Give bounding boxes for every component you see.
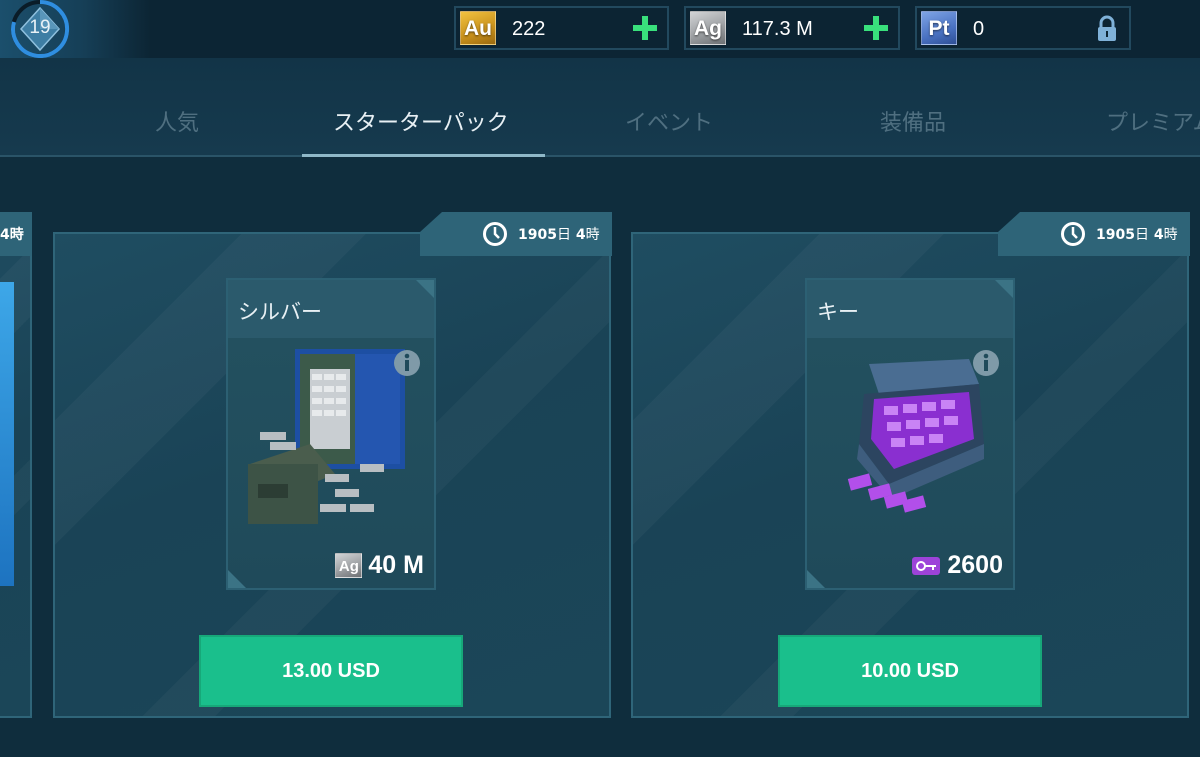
silver-value: 117.3 M xyxy=(742,18,813,40)
clock-icon xyxy=(1061,222,1085,246)
info-icon[interactable] xyxy=(971,348,1001,378)
silver-ag-icon: Ag xyxy=(335,553,363,578)
player-level-badge[interactable]: 19 xyxy=(9,0,71,58)
item-title: シルバー xyxy=(238,300,322,324)
gold-au-icon: Au xyxy=(460,11,496,45)
clock-icon xyxy=(483,222,507,246)
item-amount: 2600 xyxy=(911,551,1003,580)
offer-2-timer: 1905日 4時 xyxy=(998,212,1190,256)
buy-button-silver[interactable]: 13.00 USD xyxy=(199,635,463,707)
key-icon xyxy=(912,556,941,575)
gold-value: 222 xyxy=(512,18,546,40)
silver-currency: Ag 117.3 M xyxy=(684,6,900,50)
tab-equipment[interactable]: 装備品 xyxy=(880,105,946,137)
gold-currency: Au 222 xyxy=(454,6,669,50)
item-card-key[interactable]: キー 2600 xyxy=(805,278,1015,590)
shop-tab-bar: 人気 スターターパック イベント 装備品 プレミアム xyxy=(0,58,1200,156)
top-bar: 19 Au 222 Ag 117.3 M Pt 0 xyxy=(0,0,1200,58)
item-amount: Ag 40 M xyxy=(335,551,424,580)
tab-starter-pack[interactable]: スターターパック xyxy=(333,105,509,137)
silver-crate-icon xyxy=(248,349,405,524)
prev-offer-timer-text: 4時 xyxy=(0,227,24,243)
item-card-silver[interactable]: シルバー Ag 40 M xyxy=(226,278,436,590)
lock-icon[interactable] xyxy=(1095,15,1119,43)
silver-ag-icon: Ag xyxy=(690,11,726,45)
tab-popular[interactable]: 人気 xyxy=(155,105,199,137)
platinum-pt-icon: Pt xyxy=(921,11,957,45)
offer-1-timer-text: 1905日 4時 xyxy=(518,227,600,243)
offer-2-timer-text: 1905日 4時 xyxy=(1096,227,1178,243)
info-icon[interactable] xyxy=(392,348,422,378)
prev-offer-timer: 4時 xyxy=(0,212,32,256)
item-title: キー xyxy=(817,300,859,324)
prev-offer-item-edge xyxy=(0,282,14,586)
tab-event[interactable]: イベント xyxy=(625,105,713,137)
add-gold-plus-icon[interactable] xyxy=(631,14,659,42)
player-level: 19 xyxy=(29,17,51,38)
add-silver-plus-icon[interactable] xyxy=(862,14,890,42)
buy-button-key[interactable]: 10.00 USD xyxy=(778,635,1042,707)
platinum-currency: Pt 0 xyxy=(915,6,1131,50)
tab-premium[interactable]: プレミアム xyxy=(1106,105,1200,137)
platinum-value: 0 xyxy=(973,18,985,40)
offer-1-timer: 1905日 4時 xyxy=(420,212,612,256)
